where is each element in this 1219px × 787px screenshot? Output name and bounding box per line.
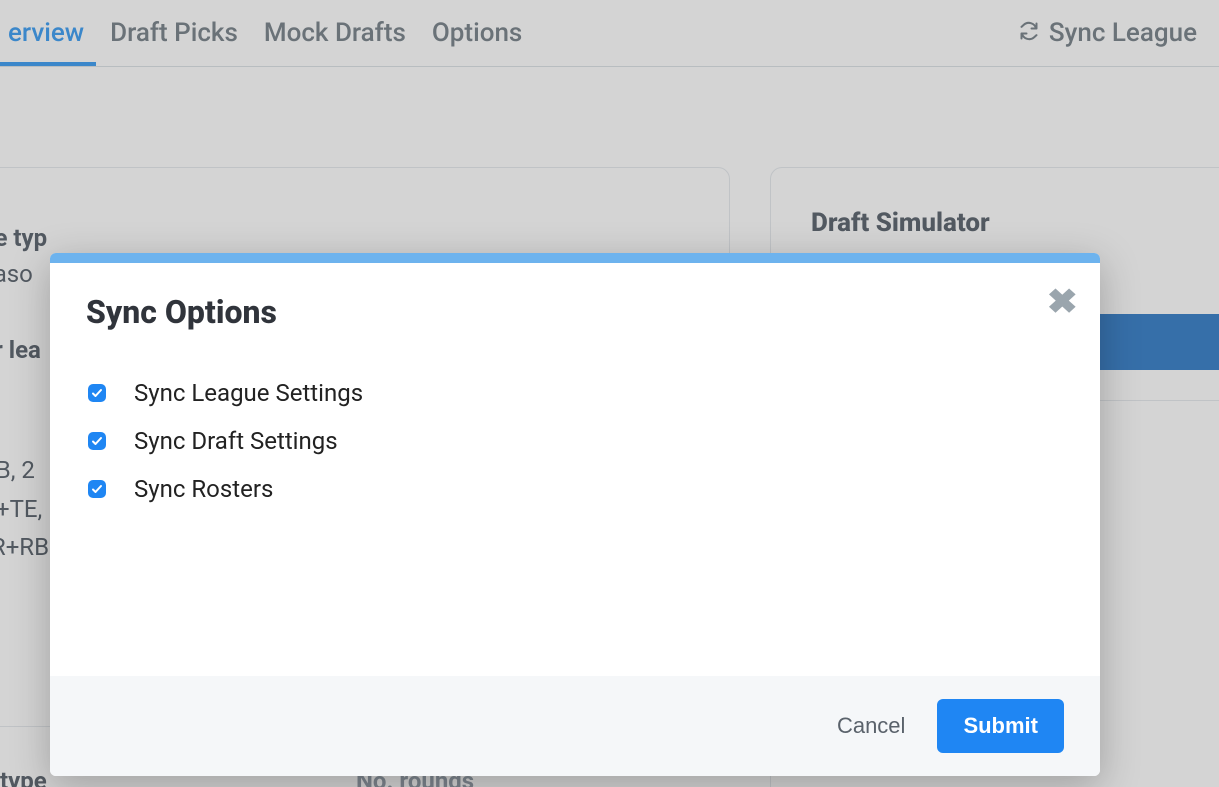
option-label: Sync Draft Settings: [134, 427, 338, 455]
close-icon[interactable]: ✖: [1046, 285, 1077, 319]
submit-button[interactable]: Submit: [937, 699, 1064, 753]
option-label: Sync Rosters: [134, 475, 273, 503]
checkbox-icon[interactable]: [88, 480, 106, 498]
option-sync-rosters[interactable]: Sync Rosters: [88, 475, 1064, 503]
sync-options-list: Sync League Settings Sync Draft Settings…: [86, 379, 1064, 503]
modal-title: Sync Options: [86, 293, 1064, 331]
checkbox-icon[interactable]: [88, 432, 106, 450]
checkbox-icon[interactable]: [88, 384, 106, 402]
option-sync-league-settings[interactable]: Sync League Settings: [88, 379, 1064, 407]
option-label: Sync League Settings: [134, 379, 363, 407]
cancel-button[interactable]: Cancel: [829, 703, 913, 749]
sync-options-modal: ✖ Sync Options Sync League Settings Sync…: [50, 253, 1100, 776]
option-sync-draft-settings[interactable]: Sync Draft Settings: [88, 427, 1064, 455]
modal-footer: Cancel Submit: [50, 676, 1100, 776]
